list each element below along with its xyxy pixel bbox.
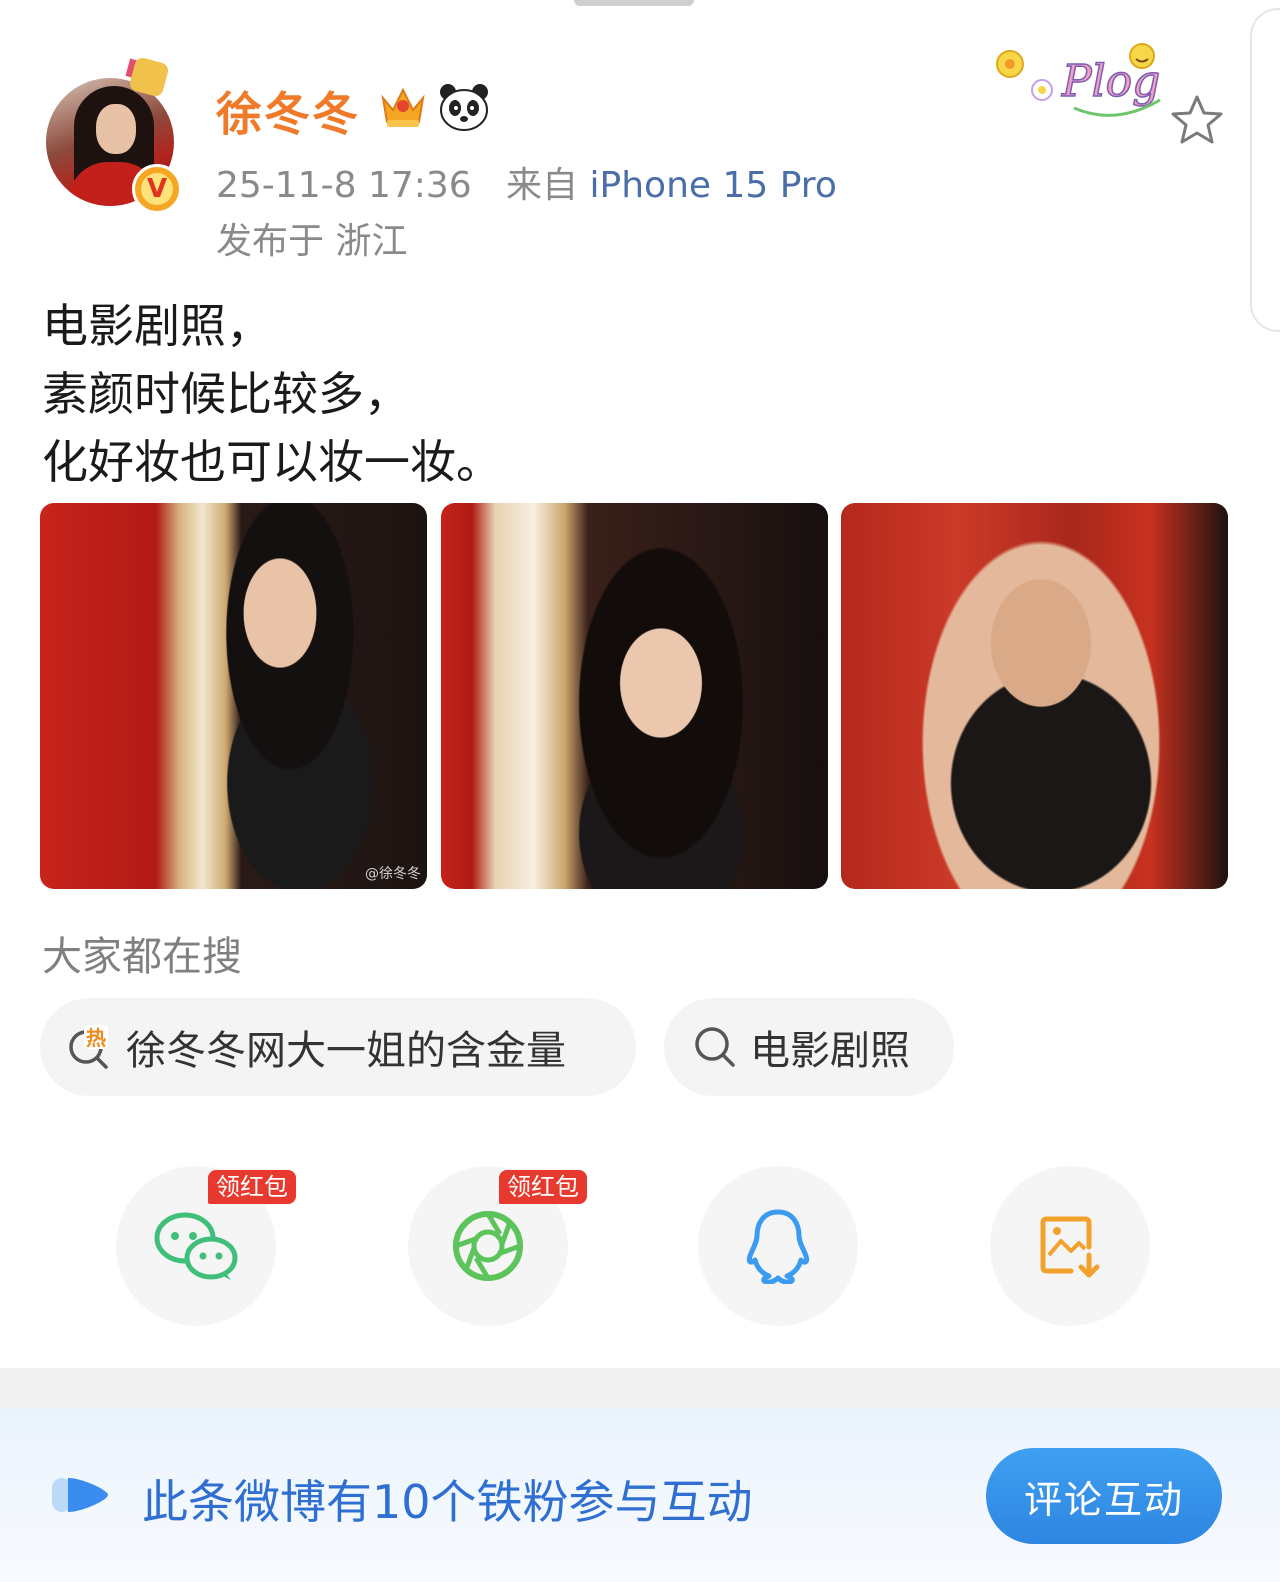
crown-icon [381,87,425,127]
author-name[interactable]: 徐冬冬 [216,78,360,144]
hot-search-icon: 热 [69,1025,108,1069]
save-image-icon [1040,1216,1100,1278]
post-text: 电影剧照， 素颜时候比较多， 化好妆也可以妆一妆。 [42,292,502,496]
post-timestamp: 25-11-8 17:36 [216,165,472,206]
post-text-line: 化好妆也可以妆一妆。 [42,435,502,489]
svg-text:热: 热 [86,1026,106,1050]
trending-title: 大家都在搜 [42,934,242,980]
favorite-star-icon[interactable] [1168,92,1226,150]
trending-chip-hot[interactable]: 热 徐冬冬网大一姐的含金量 [40,998,636,1096]
post-text-line: 电影剧照， [42,299,272,353]
verified-v-icon: V [132,164,182,214]
qq-icon [746,1209,810,1284]
sheet-handle[interactable] [574,0,694,6]
post-photo-1[interactable]: @徐冬冬 [40,503,427,889]
comment-interaction-button[interactable]: 评论互动 [986,1448,1222,1544]
plog-sticker: Plog [996,43,1161,117]
trending-chip-label: 徐冬冬网大一姐的含金量 [126,1028,566,1074]
trending-chip-label: 电影剧照 [750,1028,910,1074]
post-photo-2[interactable] [441,503,828,889]
post-photo-3[interactable] [841,503,1228,889]
fan-interaction-icon [52,1478,108,1512]
promo-badge: 领红包 [499,1170,587,1204]
post-location: 发布于 浙江 [216,221,408,262]
post-text-line: 素颜时候比较多， [42,367,410,421]
wechat-icon [154,1212,238,1280]
trending-chip-search[interactable]: 电影剧照 [664,998,954,1096]
source-device[interactable]: iPhone 15 Pro [590,165,837,206]
side-scroll-edge [1250,8,1280,332]
promo-badge: 领红包 [208,1170,296,1204]
photo-watermark: @徐冬冬 [365,866,421,882]
source-prefix: 来自 [506,165,579,206]
save-image-button[interactable] [990,1166,1150,1326]
moments-icon [453,1211,523,1281]
section-separator [0,1368,1280,1408]
share-qq-button[interactable] [698,1166,858,1326]
panda-icon [440,84,488,131]
post-meta: 25-11-8 17:36 来自 iPhone 15 Pro [216,156,837,208]
fan-interaction-text: 此条微博有10个铁粉参与互动 [142,1475,753,1529]
search-icon [695,1027,735,1067]
